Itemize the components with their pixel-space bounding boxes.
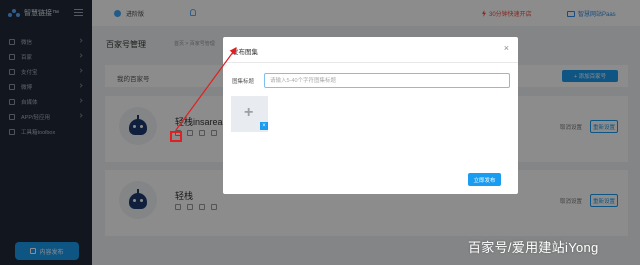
annotation-highlight-box: [170, 131, 182, 142]
publish-gallery-modal: 发布图集 × 图集标题 + × 立即发布: [223, 37, 518, 194]
gallery-title-label: 图集标题: [232, 79, 255, 85]
modal-divider: [223, 62, 518, 63]
remove-image-icon[interactable]: ×: [260, 122, 268, 130]
gallery-title-input[interactable]: [264, 73, 510, 88]
modal-title: 发布图集: [232, 49, 258, 56]
close-icon[interactable]: ×: [504, 43, 509, 53]
publish-now-button[interactable]: 立即发布: [468, 173, 501, 186]
watermark: 百家号/爱用建站iYong: [468, 240, 599, 255]
plus-icon: +: [244, 104, 254, 121]
